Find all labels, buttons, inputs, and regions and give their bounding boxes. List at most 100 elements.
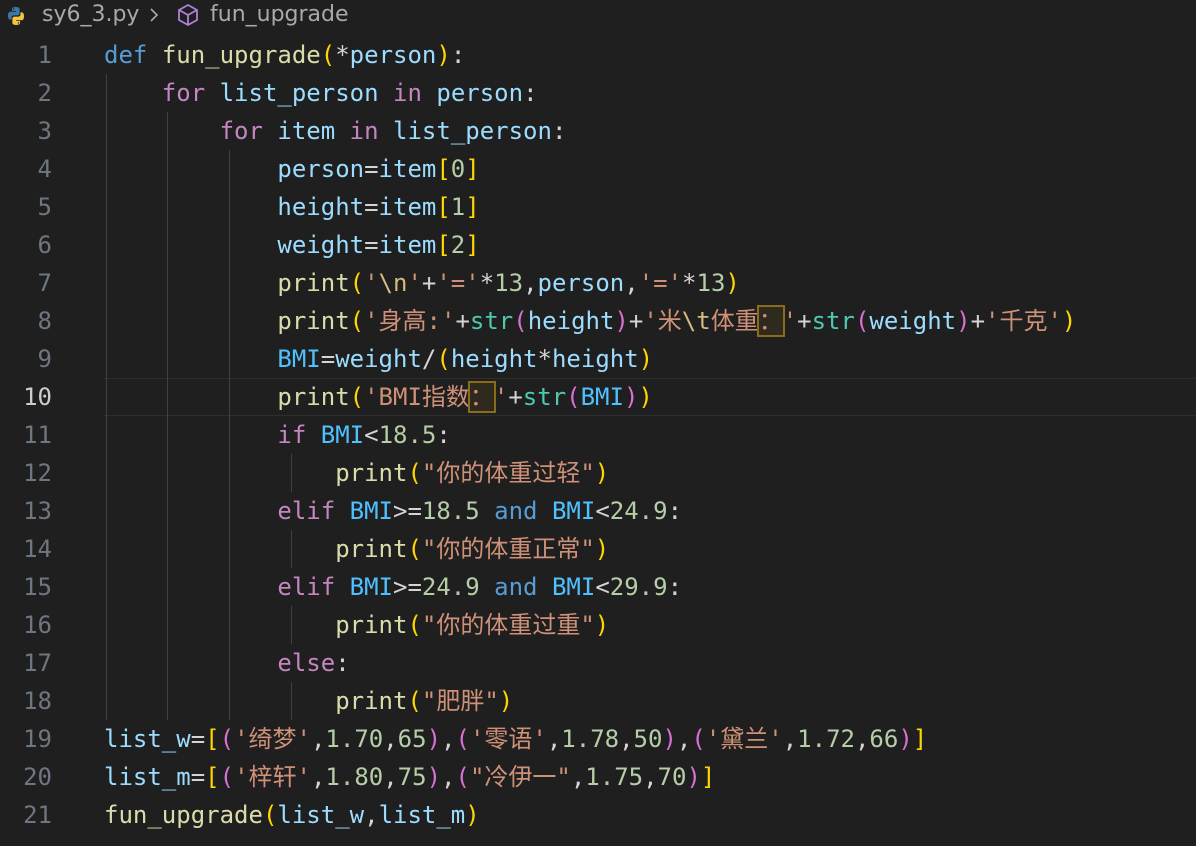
code-line[interactable]: 9 BMI=weight/(height*height) (0, 340, 1196, 378)
code-token: 13 (696, 269, 726, 297)
indent-guide (291, 606, 292, 644)
code-text[interactable]: BMI=weight/(height*height) (104, 340, 653, 378)
code-token: ( (455, 725, 470, 753)
line-number[interactable]: 14 (0, 530, 52, 568)
code-token: + (797, 307, 812, 335)
code-line[interactable]: 11 if BMI<18.5: (0, 416, 1196, 454)
code-line[interactable]: 15 elif BMI>=24.9 and BMI<29.9: (0, 568, 1196, 606)
code-token: elif (277, 573, 336, 601)
code-line[interactable]: 4 person=item[0] (0, 150, 1196, 188)
code-text[interactable]: elif BMI>=24.9 and BMI<29.9: (104, 568, 682, 606)
code-text[interactable]: def fun_upgrade(*person): (104, 36, 465, 74)
line-number[interactable]: 3 (0, 112, 52, 150)
line-number[interactable]: 11 (0, 416, 52, 454)
line-number[interactable]: 4 (0, 150, 52, 188)
code-token: '零语' (469, 725, 547, 753)
code-text[interactable]: for item in list_person: (104, 112, 567, 150)
code-line[interactable]: 19 list_w=[('绮梦',1.70,65),('零语',1.78,50),… (0, 720, 1196, 758)
code-line[interactable]: 5 height=item[1] (0, 188, 1196, 226)
python-icon[interactable] (6, 6, 26, 26)
line-number[interactable]: 21 (0, 796, 52, 834)
code-token: 2 (450, 231, 466, 259)
code-text[interactable]: print('\n'+'='*13,person,'='*13) (104, 264, 739, 302)
line-number[interactable]: 5 (0, 188, 52, 226)
line-number[interactable]: 17 (0, 644, 52, 682)
code-token: + (508, 383, 523, 411)
code-token: ) (956, 307, 971, 335)
line-number[interactable]: 1 (0, 36, 52, 74)
line-number[interactable]: 10 (0, 378, 52, 416)
line-number[interactable]: 12 (0, 454, 52, 492)
indent-guide (229, 302, 230, 340)
code-line[interactable]: 3 for item in list_person: (0, 112, 1196, 150)
line-number[interactable]: 9 (0, 340, 52, 378)
line-number[interactable]: 16 (0, 606, 52, 644)
code-text[interactable]: print("你的体重过重") (104, 606, 609, 644)
code-line[interactable]: 17 else: (0, 644, 1196, 682)
code-token: ' (782, 307, 798, 335)
code-line[interactable]: 18 print("肥胖") (0, 682, 1196, 720)
code-token: : (436, 421, 451, 449)
line-number[interactable]: 19 (0, 720, 52, 758)
code-token: 1.78 (561, 725, 620, 753)
code-token: = (320, 345, 336, 373)
cube-method-icon[interactable] (176, 3, 200, 27)
line-number[interactable]: 7 (0, 264, 52, 302)
code-text[interactable]: for list_person in person: (104, 74, 538, 112)
code-text[interactable]: person=item[0] (104, 150, 479, 188)
code-line[interactable]: 16 print("你的体重过重") (0, 606, 1196, 644)
code-token: BMI (349, 573, 393, 601)
code-line[interactable]: 10 print('BMI指数：'+str(BMI)) (0, 378, 1196, 416)
code-text[interactable]: height=item[1] (104, 188, 479, 226)
line-number[interactable]: 20 (0, 758, 52, 796)
code-line[interactable]: 2 for list_person in person: (0, 74, 1196, 112)
code-text[interactable]: print('身高:'+str(height)+'米\t体重：'+str(wei… (104, 302, 1076, 340)
code-token: BMI (551, 497, 596, 525)
line-number[interactable]: 6 (0, 226, 52, 264)
line-number[interactable]: 2 (0, 74, 52, 112)
line-number[interactable]: 13 (0, 492, 52, 530)
code-line[interactable]: 1 def fun_upgrade(*person): (0, 36, 1196, 74)
breadcrumb-symbol[interactable]: fun_upgrade (210, 2, 349, 27)
code-text[interactable]: print("肥胖") (104, 682, 513, 720)
code-text[interactable]: fun_upgrade(list_w,list_m) (104, 796, 480, 834)
code-line[interactable]: 13 elif BMI>=18.5 and BMI<24.9: (0, 492, 1196, 530)
code-token: person (436, 79, 524, 107)
code-token: BMI (277, 345, 321, 373)
indent-guide (106, 302, 107, 340)
code-token: = (190, 725, 206, 753)
code-line[interactable]: 8 print('身高:'+str(height)+'米\t体重：'+str(w… (0, 302, 1196, 340)
code-line[interactable]: 21 fun_upgrade(list_w,list_m) (0, 796, 1196, 834)
line-number[interactable]: 8 (0, 302, 52, 340)
code-text[interactable]: print("你的体重正常") (104, 530, 609, 568)
code-text[interactable]: elif BMI>=18.5 and BMI<24.9: (104, 492, 682, 530)
code-line[interactable]: 12 print("你的体重过轻") (0, 454, 1196, 492)
code-token: , (523, 269, 538, 297)
code-editor[interactable]: 1 def fun_upgrade(*person): 2 for list_per… (0, 36, 1196, 834)
code-token: if (277, 421, 307, 449)
indent-guide (229, 644, 230, 682)
code-line[interactable]: 6 weight=item[2] (0, 226, 1196, 264)
code-line[interactable]: 7 print('\n'+'='*13,person,'='*13) (0, 264, 1196, 302)
code-text[interactable]: list_m=[('梓轩',1.80,75),("冷伊一",1.75,70)] (104, 758, 715, 796)
code-text[interactable]: print("你的体重过轻") (104, 454, 609, 492)
indent-guide (106, 454, 107, 492)
code-text[interactable]: else: (104, 644, 349, 682)
code-token: ( (320, 41, 336, 69)
code-token: ( (407, 459, 422, 487)
code-token: item (378, 155, 437, 183)
code-text[interactable]: list_w=[('绮梦',1.70,65),('零语',1.78,50),('… (104, 720, 927, 758)
code-text[interactable]: if BMI<18.5: (104, 416, 451, 454)
breadcrumb-file[interactable]: sy6_3.py (42, 2, 139, 27)
line-number[interactable]: 15 (0, 568, 52, 606)
line-number[interactable]: 18 (0, 682, 52, 720)
code-text[interactable]: weight=item[2] (104, 226, 479, 264)
code-text[interactable]: print('BMI指数：'+str(BMI)) (104, 378, 653, 416)
code-line[interactable]: 14 print("你的体重正常") (0, 530, 1196, 568)
code-token: 13 (494, 269, 524, 297)
code-token: "你的体重正常" (421, 535, 595, 563)
code-token: ： (467, 381, 496, 413)
code-line[interactable]: 20 list_m=[('梓轩',1.80,75),("冷伊一",1.75,70)… (0, 758, 1196, 796)
